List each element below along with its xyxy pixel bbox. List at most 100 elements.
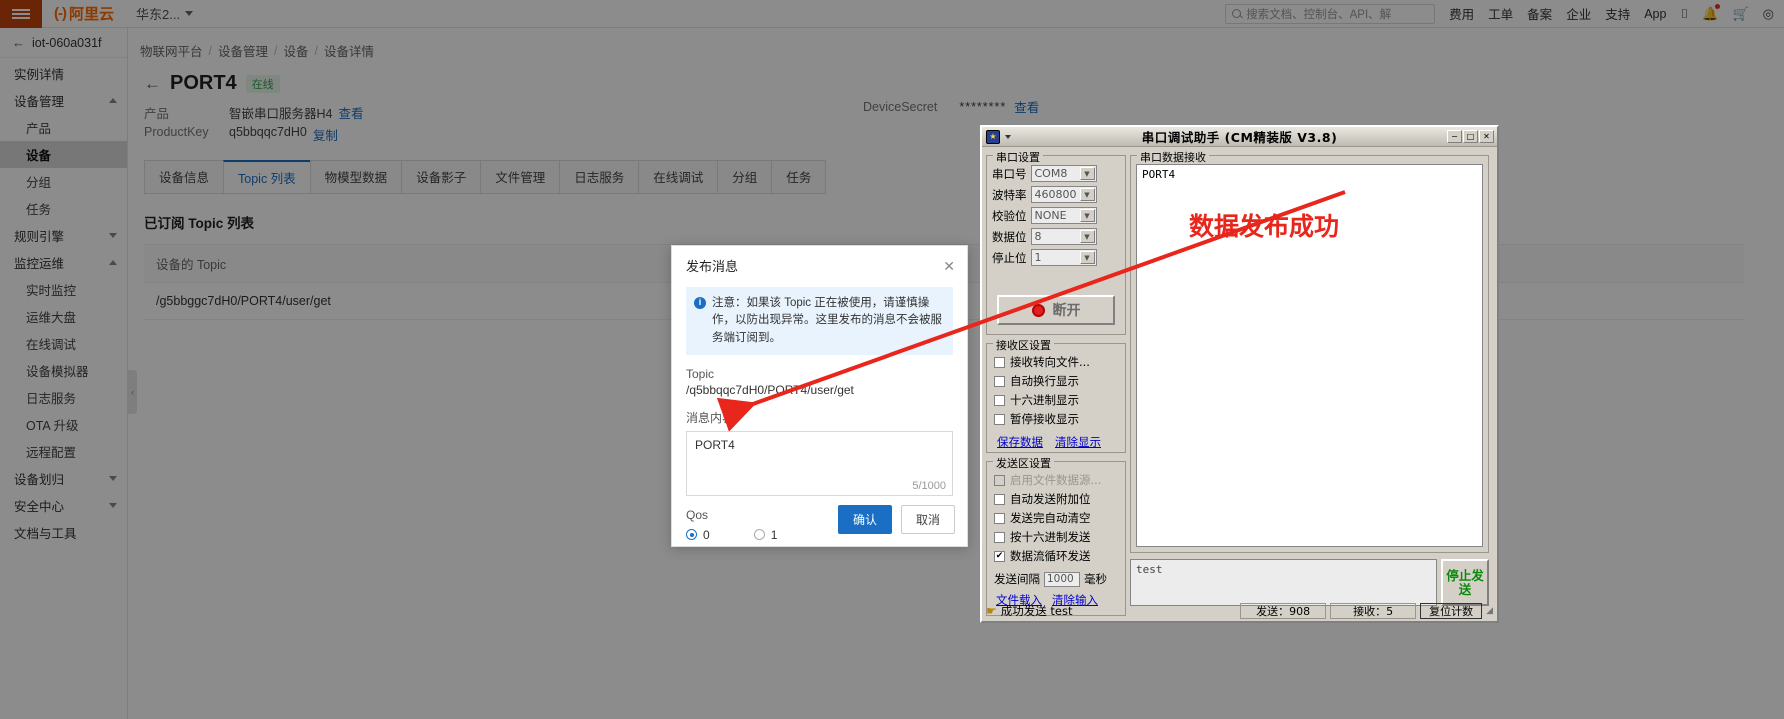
publish-message-dialog: 发布消息 ✕ i 注意：如果该 Topic 正在被使用，请谨慎操作，以防出现异常…	[671, 245, 968, 547]
sidebar-item-15[interactable]: 设备划归	[0, 465, 127, 492]
send-settings-group: 发送区设置 启用文件数据源... 自动发送附加位 发送完自动清空 按十六进制发送 ✔ 数据…	[986, 455, 1126, 616]
top-link-app[interactable]: App	[1644, 7, 1666, 21]
maximize-icon[interactable]: □	[1463, 130, 1478, 143]
sidebar-item-12[interactable]: 日志服务	[0, 384, 127, 411]
tab-6[interactable]: 在线调试	[638, 160, 718, 194]
message-textarea[interactable]: PORT4 5/1000	[686, 430, 953, 496]
chevron-down-icon[interactable]: ▼	[1079, 230, 1095, 243]
serial-setting-value-0: COM8	[1034, 167, 1068, 180]
tab-4[interactable]: 文件管理	[480, 160, 560, 194]
serial-setting-value-3: 8	[1034, 230, 1042, 243]
user-icon[interactable]: ◎	[1763, 6, 1774, 22]
recv-opts-item-1[interactable]: 自动换行显示	[994, 373, 1121, 389]
send-opts-label-1: 自动发送附加位	[1010, 492, 1091, 506]
serial-setting-label-1: 波特率	[992, 187, 1027, 202]
breadcrumb-item-3[interactable]: 设备详情	[324, 41, 374, 60]
tab-7[interactable]: 分组	[717, 160, 772, 194]
chevron-down-icon[interactable]: ▼	[1079, 251, 1095, 264]
serial-setting-combo-4[interactable]: 1 ▼	[1030, 249, 1097, 266]
sidebar-item-8[interactable]: 实时监控	[0, 276, 127, 303]
brand-logo[interactable]: (-) 阿里云	[54, 3, 114, 24]
save-data-link[interactable]: 保存数据	[997, 434, 1043, 450]
disconnect-button[interactable]: 断开	[997, 295, 1115, 325]
tab-1[interactable]: Topic 列表	[223, 160, 310, 194]
resize-grip-icon[interactable]: ◢	[1486, 606, 1493, 616]
tab-0[interactable]: 设备信息	[144, 160, 224, 194]
cart-icon[interactable]: 🛒	[1732, 6, 1748, 22]
recv-opts-item-0[interactable]: 接收转向文件...	[994, 354, 1121, 370]
device-secret-view-link[interactable]: 查看	[1014, 97, 1039, 116]
tab-8[interactable]: 任务	[771, 160, 827, 194]
close-icon[interactable]: ✕	[1479, 130, 1494, 143]
send-opts-item-1[interactable]: 自动发送附加位	[994, 491, 1121, 507]
chevron-down-icon[interactable]: ▼	[1079, 167, 1095, 180]
reset-counter-button[interactable]: 复位计数	[1420, 602, 1483, 619]
close-icon[interactable]: ✕	[943, 259, 955, 273]
hamburger-icon[interactable]	[0, 0, 42, 28]
serial-titlebar[interactable]: ★ 串口调试助手 (CM精装版 V3.8) − □ ✕	[982, 127, 1497, 147]
page-back-arrow-icon[interactable]: ←	[144, 74, 161, 94]
sidebar-item-7[interactable]: 监控运维	[0, 249, 127, 276]
breadcrumb-item-2[interactable]: 设备	[284, 41, 309, 60]
serial-setting-combo-0[interactable]: COM8 ▼	[1030, 165, 1097, 182]
stop-send-button[interactable]: 停止发送	[1441, 559, 1489, 606]
clear-display-link[interactable]: 清除显示	[1055, 434, 1101, 450]
sidebar-item-2[interactable]: 产品	[0, 114, 127, 141]
recv-opts-item-3[interactable]: 暂停接收显示	[994, 411, 1121, 427]
top-link-support[interactable]: 支持	[1605, 4, 1630, 23]
stop-send-label: 停止发送	[1446, 567, 1484, 597]
sidebar-item-1[interactable]: 设备管理	[0, 87, 127, 114]
recv-opts-label-1: 自动换行显示	[1010, 374, 1079, 388]
region-label: 华东2...	[136, 7, 181, 22]
sidebar-item-0[interactable]: 实例详情	[0, 60, 127, 87]
tab-3[interactable]: 设备影子	[401, 160, 481, 194]
sidebar-item-13[interactable]: OTA 升级	[0, 411, 127, 438]
terminal-icon[interactable]: ⌷	[1680, 6, 1688, 22]
chevron-down-icon[interactable]	[1005, 134, 1011, 139]
sidebar-item-4[interactable]: 分组	[0, 168, 127, 195]
instance-back-link[interactable]: ← iot-060a031f	[0, 28, 127, 58]
cancel-button[interactable]: 取消	[900, 505, 955, 534]
sidebar-item-17[interactable]: 文档与工具	[0, 519, 127, 546]
interval-input[interactable]: 1000	[1044, 571, 1080, 587]
send-input-textarea[interactable]: test	[1130, 559, 1437, 606]
recv-opts-item-2[interactable]: 十六进制显示	[994, 392, 1121, 408]
sidebar-item-3[interactable]: 设备	[0, 141, 127, 168]
sidebar-item-9[interactable]: 运维大盘	[0, 303, 127, 330]
meta-productkey-copy-link[interactable]: 复制	[313, 125, 338, 144]
sidebar-collapse-handle[interactable]: ‹	[128, 370, 137, 414]
serial-setting-combo-1[interactable]: 460800 ▼	[1030, 186, 1097, 203]
minimize-icon[interactable]: −	[1447, 130, 1462, 143]
tab-2[interactable]: 物模型数据	[309, 160, 402, 194]
sent-count: 发送：908	[1240, 602, 1327, 619]
qos-radio-0[interactable]: 0	[686, 528, 710, 542]
qos-radio-1[interactable]: 1	[753, 528, 777, 542]
tab-5[interactable]: 日志服务	[559, 160, 639, 194]
confirm-button[interactable]: 确认	[837, 505, 892, 534]
top-header: (-) 阿里云 华东2... 搜索文档、控制台、API、解 费用 工单 备案 企…	[0, 0, 1784, 28]
sidebar-item-14[interactable]: 远程配置	[0, 438, 127, 465]
meta-product-view-link[interactable]: 查看	[338, 103, 363, 122]
send-opts-item-3[interactable]: 按十六进制发送	[994, 529, 1121, 545]
region-selector[interactable]: 华东2...	[136, 4, 194, 23]
send-opts-item-4[interactable]: ✔ 数据流循环发送	[994, 548, 1121, 564]
bell-icon[interactable]: 🔔	[1702, 3, 1721, 22]
top-link-record[interactable]: 备案	[1527, 4, 1552, 23]
breadcrumb-item-1[interactable]: 设备管理	[218, 41, 268, 60]
serial-setting-combo-2[interactable]: NONE ▼	[1030, 207, 1097, 224]
top-link-enterprise[interactable]: 企业	[1566, 4, 1591, 23]
top-link-fee[interactable]: 费用	[1449, 4, 1474, 23]
chevron-down-icon[interactable]: ▼	[1079, 188, 1095, 201]
send-opts-item-2[interactable]: 发送完自动清空	[994, 510, 1121, 526]
chevron-down-icon[interactable]: ▼	[1079, 209, 1095, 222]
search-input[interactable]: 搜索文档、控制台、API、解	[1225, 3, 1436, 24]
sidebar-item-10[interactable]: 在线调试	[0, 330, 127, 357]
sidebar-item-label: 设备模拟器	[26, 365, 89, 379]
sidebar-item-16[interactable]: 安全中心	[0, 492, 127, 519]
sidebar-item-11[interactable]: 设备模拟器	[0, 357, 127, 384]
breadcrumb-item-0[interactable]: 物联网平台	[140, 41, 203, 60]
top-link-ticket[interactable]: 工单	[1488, 4, 1513, 23]
sidebar-item-5[interactable]: 任务	[0, 195, 127, 222]
serial-setting-combo-3[interactable]: 8 ▼	[1030, 228, 1097, 245]
sidebar-item-6[interactable]: 规则引擎	[0, 222, 127, 249]
